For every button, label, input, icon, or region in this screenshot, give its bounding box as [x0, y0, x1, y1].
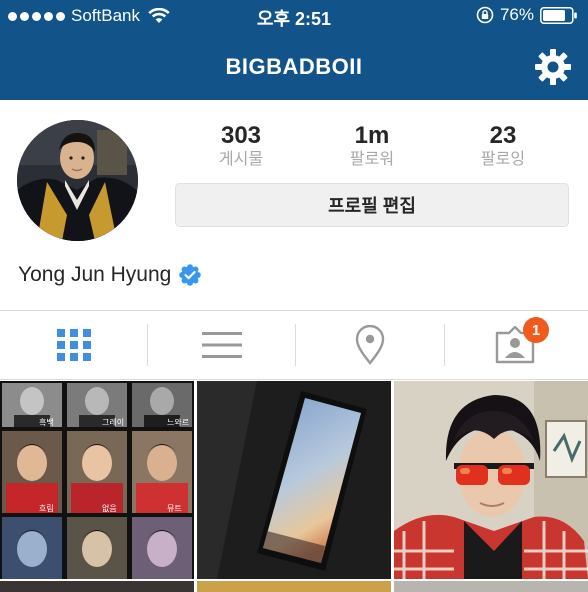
following-label: 팔로잉 — [480, 151, 526, 168]
battery-icon — [540, 6, 577, 24]
following-stat[interactable]: 23 팔로잉 — [438, 122, 568, 170]
posts-stat[interactable]: 303 게시물 — [176, 122, 306, 170]
followers-count: 1m — [354, 122, 390, 149]
profile-stats: 303 게시물 1m 팔로워 23 팔로잉 — [175, 122, 569, 172]
collage-caption: 그레이 — [102, 417, 124, 427]
post-thumbnail-next-row[interactable] — [197, 581, 391, 592]
posts-label: 게시물 — [218, 151, 264, 168]
collage-caption: 없음 — [102, 504, 117, 513]
nav-bar: BIGBADBOII — [0, 32, 588, 100]
tab-list[interactable] — [148, 311, 295, 379]
sky-window-photo — [197, 381, 391, 579]
display-name-row: Yong Jun Hyung — [18, 263, 202, 287]
avatar-photo — [17, 120, 138, 241]
posts-grid: 흑백 그레이 느와르 흐림 없음 뮤트 — [0, 380, 588, 592]
tab-grid[interactable] — [0, 311, 147, 379]
status-right: 76% — [476, 5, 578, 25]
followers-label: 팔로워 — [349, 151, 395, 168]
list-icon — [201, 332, 242, 358]
collage-photo: 흑백 그레이 느와르 흐림 없음 뮤트 — [0, 381, 194, 579]
status-bar: SoftBank 오후 2:51 76% — [0, 0, 588, 32]
collage-caption: 흑백 — [39, 417, 54, 427]
post-thumbnail-selfie[interactable] — [394, 381, 588, 579]
tab-location[interactable] — [296, 311, 443, 379]
following-count: 23 — [489, 122, 517, 149]
notification-badge: 1 — [523, 317, 549, 343]
rotation-lock-icon — [476, 6, 494, 24]
grid-icon — [56, 329, 91, 361]
location-pin-icon — [355, 325, 384, 365]
gear-icon[interactable] — [534, 48, 572, 86]
profile-tab-bar: 1 — [0, 310, 588, 380]
collage-caption: 뮤트 — [167, 504, 182, 513]
collage-caption: 느와르 — [167, 417, 189, 427]
instagram-profile-screen: SoftBank 오후 2:51 76% BIGBADBOII 303 게시물 … — [0, 0, 588, 592]
display-name: Yong Jun Hyung — [18, 263, 172, 286]
battery-percent: 76% — [499, 5, 534, 24]
post-thumbnail-next-row[interactable] — [394, 581, 588, 592]
collage-caption: 흐림 — [39, 503, 54, 513]
profile-avatar[interactable] — [17, 120, 138, 241]
posts-count: 303 — [220, 122, 262, 149]
followers-stat[interactable]: 1m 팔로워 — [307, 122, 437, 170]
post-thumbnail-next-row[interactable] — [0, 581, 194, 592]
post-thumbnail-collage[interactable]: 흑백 그레이 느와르 흐림 없음 뮤트 — [0, 381, 194, 579]
username-title: BIGBADBOII — [225, 54, 363, 79]
tab-tagged[interactable]: 1 — [441, 311, 588, 379]
post-thumbnail-sky[interactable] — [197, 381, 391, 579]
edit-profile-button[interactable]: 프로필 편집 — [175, 183, 569, 227]
selfie-photo — [394, 381, 588, 579]
verified-badge-icon — [179, 264, 202, 286]
